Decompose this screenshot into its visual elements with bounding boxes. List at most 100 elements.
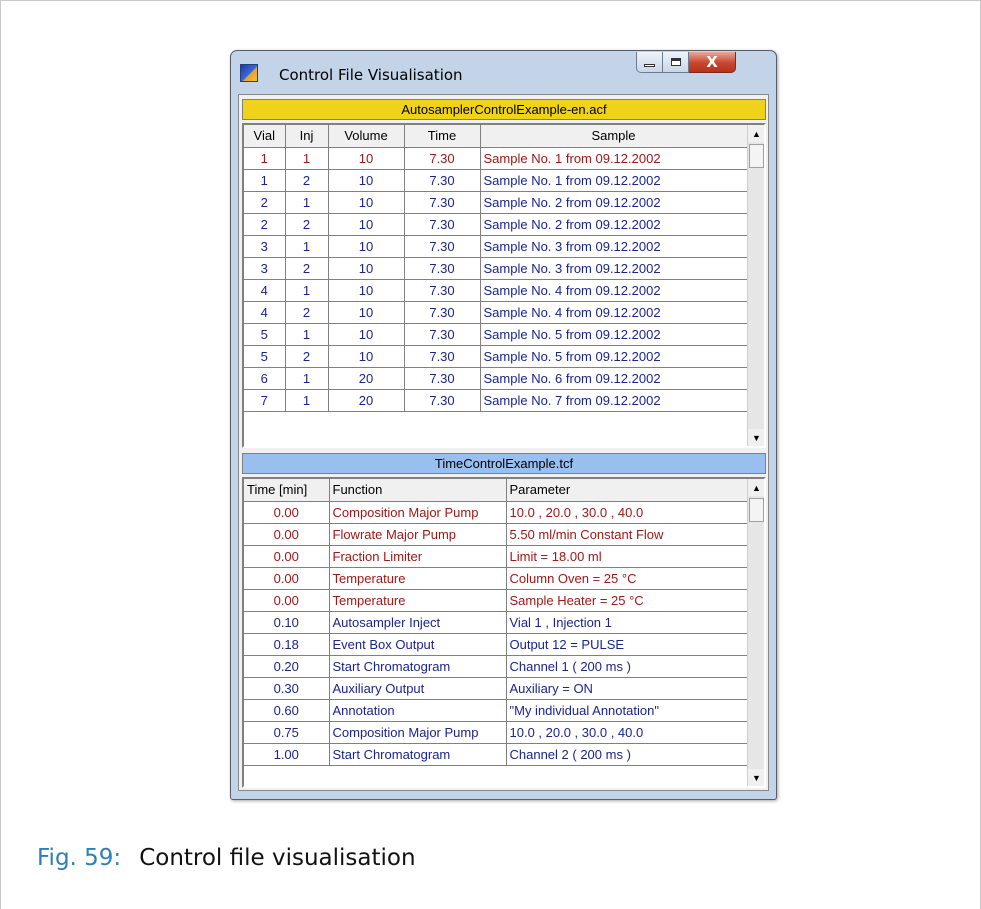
table-cell-vial: 2 <box>244 191 286 214</box>
page-frame-left <box>0 0 1 909</box>
table-cell-sample: Sample No. 4 from 09.12.2002 <box>480 301 748 324</box>
table-cell-inj: 1 <box>285 235 329 258</box>
table-row[interactable]: 0.00 Composition Major Pump 10.0 , 20.0 , … <box>244 501 748 524</box>
scroll-up-arrow-icon[interactable]: ▲ <box>748 125 764 142</box>
col-header-parameter[interactable]: Parameter <box>506 479 748 502</box>
table-cell-vial: 5 <box>244 323 286 346</box>
close-button[interactable]: X <box>689 52 736 73</box>
table-row[interactable]: 3 1 10 7.30 Sample No. 3 from 09.12.2002 <box>244 235 748 258</box>
table-cell-time: 0.20 <box>244 655 330 678</box>
table-cell-parameter: Vial 1 , Injection 1 <box>506 611 748 634</box>
table-row[interactable]: 0.00 Temperature Column Oven = 25 °C <box>244 567 748 590</box>
table-cell-volume: 10 <box>328 345 405 368</box>
table-cell-time: 7.30 <box>404 323 481 346</box>
table-cell-sample: Sample No. 5 from 09.12.2002 <box>480 345 748 368</box>
table-row[interactable]: 0.75 Composition Major Pump 10.0 , 20.0 , … <box>244 721 748 744</box>
col-header-time-min[interactable]: Time [min] <box>244 479 330 502</box>
table-cell-volume: 10 <box>328 169 405 192</box>
table-row[interactable]: 0.60 Annotation "My individual Annotation" <box>244 699 748 722</box>
col-header-inj[interactable]: Inj <box>285 125 329 148</box>
table-cell-volume: 20 <box>328 367 405 390</box>
table-row[interactable]: 0.20 Start Chromatogram Channel 1 ( 200 ms… <box>244 655 748 678</box>
table-cell-function: Fraction Limiter <box>329 545 507 568</box>
table-row[interactable]: 4 2 10 7.30 Sample No. 4 from 09.12.2002 <box>244 301 748 324</box>
table-cell-function: Composition Major Pump <box>329 501 507 524</box>
table-cell-time: 0.00 <box>244 501 330 524</box>
table-row[interactable]: 3 2 10 7.30 Sample No. 3 from 09.12.2002 <box>244 257 748 280</box>
timecontrol-scrollbar[interactable]: ▲ ▼ <box>747 479 764 786</box>
autosampler-table: Vial Inj Volume Time Sample 1 1 10 7.30 Samp… <box>244 125 748 412</box>
table-cell-time: 7.30 <box>404 367 481 390</box>
minimize-button[interactable] <box>636 52 663 73</box>
table-cell-inj: 2 <box>285 257 329 280</box>
timecontrol-header-row: Time [min] Function Parameter <box>244 479 748 502</box>
table-cell-time: 7.30 <box>404 191 481 214</box>
table-row[interactable]: 0.18 Event Box Output Output 12 = PULSE <box>244 633 748 656</box>
table-cell-sample: Sample No. 1 from 09.12.2002 <box>480 147 748 170</box>
control-file-window: Control File Visualisation X Autosampler… <box>230 50 777 800</box>
table-cell-time: 7.30 <box>404 301 481 324</box>
table-row[interactable]: 1 2 10 7.30 Sample No. 1 from 09.12.2002 <box>244 169 748 192</box>
table-cell-sample: Sample No. 7 from 09.12.2002 <box>480 389 748 412</box>
scroll-down-arrow-icon[interactable]: ▼ <box>748 769 764 786</box>
table-row[interactable]: 0.00 Temperature Sample Heater = 25 °C <box>244 589 748 612</box>
scroll-up-arrow-icon[interactable]: ▲ <box>748 479 764 496</box>
table-row[interactable]: 0.30 Auxiliary Output Auxiliary = ON <box>244 677 748 700</box>
title-bar[interactable]: Control File Visualisation X <box>231 51 776 93</box>
table-cell-vial: 3 <box>244 257 286 280</box>
table-cell-inj: 1 <box>285 323 329 346</box>
table-row[interactable]: 2 1 10 7.30 Sample No. 2 from 09.12.2002 <box>244 191 748 214</box>
table-cell-vial: 4 <box>244 301 286 324</box>
scroll-thumb[interactable] <box>749 498 764 522</box>
table-cell-function: Autosampler Inject <box>329 611 507 634</box>
table-row[interactable]: 0.10 Autosampler Inject Vial 1 , Injection… <box>244 611 748 634</box>
window-title: Control File Visualisation <box>279 66 463 84</box>
minimize-icon <box>644 63 655 67</box>
table-row[interactable]: 6 1 20 7.30 Sample No. 6 from 09.12.2002 <box>244 367 748 390</box>
table-cell-inj: 1 <box>285 279 329 302</box>
table-cell-time: 0.75 <box>244 721 330 744</box>
table-row[interactable]: 4 1 10 7.30 Sample No. 4 from 09.12.2002 <box>244 279 748 302</box>
table-cell-time: 7.30 <box>404 389 481 412</box>
timecontrol-file-header: TimeControlExample.tcf <box>242 453 766 474</box>
scroll-thumb[interactable] <box>749 144 764 168</box>
table-cell-function: Auxiliary Output <box>329 677 507 700</box>
col-header-function[interactable]: Function <box>329 479 507 502</box>
app-icon[interactable] <box>240 64 258 82</box>
autosampler-header-row: Vial Inj Volume Time Sample <box>244 125 748 148</box>
table-cell-time: 0.00 <box>244 567 330 590</box>
table-cell-sample: Sample No. 5 from 09.12.2002 <box>480 323 748 346</box>
scroll-down-arrow-icon[interactable]: ▼ <box>748 429 764 446</box>
table-cell-sample: Sample No. 3 from 09.12.2002 <box>480 235 748 258</box>
col-header-volume[interactable]: Volume <box>328 125 405 148</box>
table-row[interactable]: 1.00 Start Chromatogram Channel 2 ( 200 ms… <box>244 743 748 766</box>
autosampler-scrollbar[interactable]: ▲ ▼ <box>747 125 764 446</box>
table-cell-volume: 10 <box>328 323 405 346</box>
table-cell-inj: 2 <box>285 169 329 192</box>
figure-caption: Fig. 59: Control file visualisation <box>37 845 416 871</box>
table-row[interactable]: 0.00 Fraction Limiter Limit = 18.00 ml <box>244 545 748 568</box>
table-row[interactable]: 5 2 10 7.30 Sample No. 5 from 09.12.2002 <box>244 345 748 368</box>
table-cell-function: Event Box Output <box>329 633 507 656</box>
autosampler-table-grid[interactable]: Vial Inj Volume Time Sample 1 1 10 7.30 Samp… <box>242 123 766 448</box>
table-cell-sample: Sample No. 4 from 09.12.2002 <box>480 279 748 302</box>
table-cell-parameter: Channel 2 ( 200 ms ) <box>506 743 748 766</box>
table-row[interactable]: 2 2 10 7.30 Sample No. 2 from 09.12.2002 <box>244 213 748 236</box>
table-cell-function: Start Chromatogram <box>329 655 507 678</box>
table-row[interactable]: 0.00 Flowrate Major Pump 5.50 ml/min Const… <box>244 523 748 546</box>
col-header-sample[interactable]: Sample <box>480 125 748 148</box>
table-row[interactable]: 1 1 10 7.30 Sample No. 1 from 09.12.2002 <box>244 147 748 170</box>
table-cell-function: Flowrate Major Pump <box>329 523 507 546</box>
table-cell-volume: 10 <box>328 191 405 214</box>
col-header-time[interactable]: Time <box>404 125 481 148</box>
table-cell-time: 0.00 <box>244 523 330 546</box>
timecontrol-table: Time [min] Function Parameter 0.00 Compos… <box>244 479 748 766</box>
maximize-button[interactable] <box>663 52 689 73</box>
figure-caption-text: Control file visualisation <box>139 845 416 871</box>
table-row[interactable]: 5 1 10 7.30 Sample No. 5 from 09.12.2002 <box>244 323 748 346</box>
table-cell-volume: 10 <box>328 235 405 258</box>
table-cell-vial: 4 <box>244 279 286 302</box>
table-row[interactable]: 7 1 20 7.30 Sample No. 7 from 09.12.2002 <box>244 389 748 412</box>
col-header-vial[interactable]: Vial <box>244 125 286 148</box>
timecontrol-table-grid[interactable]: Time [min] Function Parameter 0.00 Compos… <box>242 477 766 788</box>
